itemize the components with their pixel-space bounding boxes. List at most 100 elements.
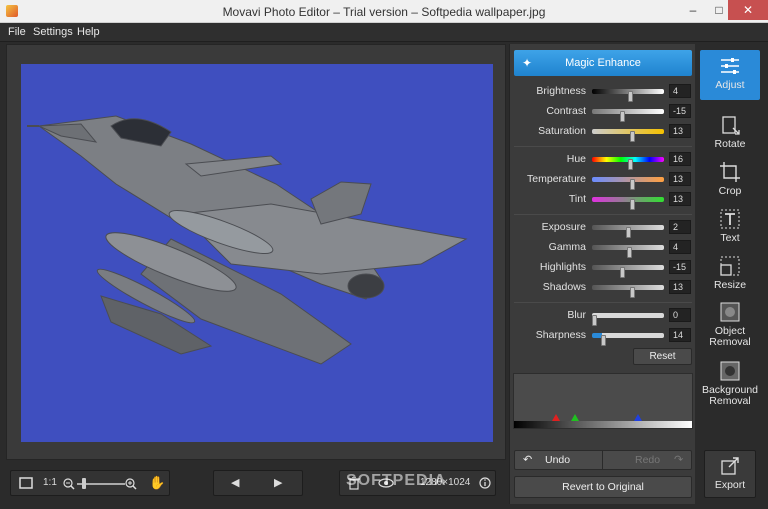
slider-label: Sharpness [535,329,586,341]
slider-thumb[interactable] [627,247,632,258]
slider-row-blur: Blur 0 [510,306,696,326]
slider-row-hue: Hue 16 [510,150,696,170]
highlights-slider[interactable] [592,265,664,278]
slider-thumb[interactable] [630,199,635,210]
tool-label: Crop [718,185,742,197]
tool-adjust[interactable]: Adjust [700,50,760,100]
redo-label: Redo [635,454,661,466]
slider-value[interactable]: 14 [669,328,691,342]
magic-enhance-button[interactable]: ✦ Magic Enhance [514,50,692,76]
slider-value[interactable]: 13 [669,172,691,186]
separator [514,214,692,215]
blur-slider[interactable] [592,313,664,326]
slider-value[interactable]: 13 [669,124,691,138]
slider-thumb[interactable] [628,91,633,102]
slider-value[interactable]: -15 [669,104,691,118]
object-removal-icon [720,302,740,322]
slider-thumb[interactable] [626,227,631,238]
slider-thumb[interactable] [628,159,633,170]
sliders-icon [721,58,739,74]
slider-value[interactable]: 13 [669,280,691,294]
sharpness-slider[interactable] [592,333,664,346]
export-icon [721,457,739,475]
histogram-red-marker[interactable] [552,414,560,421]
slider-row-temperature: Temperature 13 [510,170,696,190]
slider-label: Shadows [542,281,586,293]
close-button[interactable]: ✕ [728,0,768,20]
slider-row-highlights: Highlights -15 [510,258,696,278]
next-image-button[interactable]: ▶ [274,476,282,489]
histogram-blue-marker[interactable] [634,414,642,421]
photo-canvas[interactable] [21,64,493,442]
slider-row-gamma: Gamma 4 [510,238,696,258]
undo-button[interactable]: ↶ Undo [515,451,603,469]
tint-slider[interactable] [592,197,664,210]
tool-background-removal[interactable]: Background Removal [700,360,760,407]
zoom-out-icon[interactable] [63,478,75,490]
slider-value[interactable]: 4 [669,84,691,98]
magic-wand-icon: ✦ [522,56,533,70]
tool-rotate[interactable]: Rotate [700,114,760,150]
menu-help[interactable]: Help [77,26,100,38]
tool-resize[interactable]: Resize [700,255,760,291]
undo-icon: ↶ [523,454,533,466]
slider-value[interactable]: 16 [669,152,691,166]
gamma-slider[interactable] [592,245,664,258]
brightness-slider[interactable] [592,89,664,102]
slider-label: Blur [567,309,586,321]
zoom-slider-thumb[interactable] [82,478,86,489]
tool-label: Rotate [714,138,746,150]
slider-value[interactable]: -15 [669,260,691,274]
contrast-slider[interactable] [592,109,664,122]
hand-tool-icon[interactable]: ✋ [149,475,165,491]
slider-label: Tint [568,193,586,205]
background-removal-icon [720,361,740,381]
shadows-slider[interactable] [592,285,664,298]
zoom-controls: 1:1 ✋ [10,470,170,496]
slider-thumb[interactable] [630,179,635,190]
resize-icon [720,256,740,276]
tool-label: Object Removal [709,325,751,348]
export-button[interactable]: Export [704,450,756,498]
ratio-1-1-button[interactable]: 1:1 [43,477,57,488]
menu-file[interactable]: File [8,26,26,38]
slider-thumb[interactable] [620,267,625,278]
hue-slider[interactable] [592,157,664,170]
menu-settings[interactable]: Settings [33,26,73,38]
undo-label: Undo [545,454,571,466]
reset-button[interactable]: Reset [633,348,692,365]
adjust-panel: ✦ Magic Enhance Brightness 4 Contrast -1… [509,44,695,504]
slider-label: Brightness [536,85,586,97]
exposure-slider[interactable] [592,225,664,238]
tool-crop[interactable]: Crop [700,161,760,197]
fit-screen-icon[interactable] [19,477,33,489]
histogram-green-marker[interactable] [571,414,579,421]
tool-label: Adjust [715,79,745,91]
zoom-in-icon[interactable] [125,478,137,490]
slider-thumb[interactable] [630,131,635,142]
slider-value[interactable]: 0 [669,308,691,322]
slider-row-exposure: Exposure 2 [510,218,696,238]
saturation-slider[interactable] [592,129,664,142]
tool-object-removal[interactable]: Object Removal [700,301,760,348]
slider-value[interactable]: 4 [669,240,691,254]
slider-thumb[interactable] [620,111,625,122]
tool-text[interactable]: Text [700,208,760,244]
slider-value[interactable]: 13 [669,192,691,206]
slider-row-brightness: Brightness 4 [510,82,696,102]
temperature-slider[interactable] [592,177,664,190]
slider-value[interactable]: 2 [669,220,691,234]
undo-redo-group: ↶ Undo Redo ↷ [514,450,692,470]
previous-image-button[interactable]: ◀ [231,476,239,489]
slider-row-shadows: Shadows 13 [510,278,696,298]
slider-thumb[interactable] [601,335,606,346]
crop-icon [720,162,740,182]
softpedia-watermark: SOFTPEDIA [346,472,447,489]
info-icon[interactable] [479,477,491,489]
minimize-button[interactable]: – [680,0,706,20]
revert-to-original-button[interactable]: Revert to Original [514,476,692,498]
tool-sidebar: Adjust Rotate Crop Text Resize Object Re… [696,44,768,504]
redo-button[interactable]: Redo ↷ [604,451,692,469]
slider-thumb[interactable] [630,287,635,298]
slider-thumb[interactable] [592,315,597,326]
